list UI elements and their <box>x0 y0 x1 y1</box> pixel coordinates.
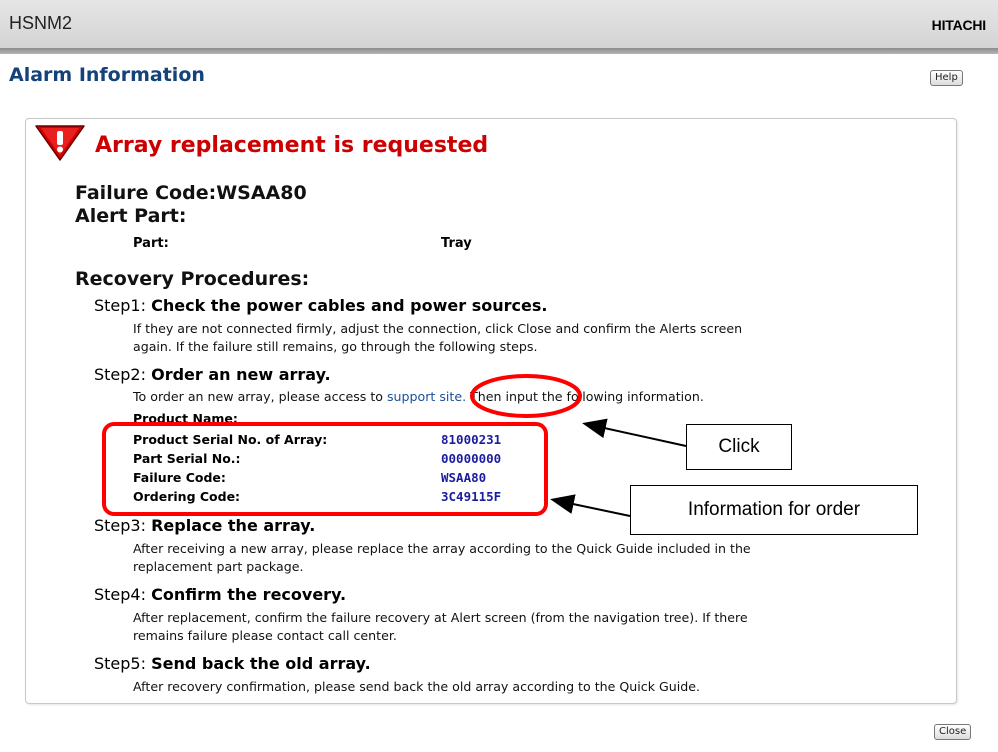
click-annotation: Click <box>686 424 792 470</box>
click-arrow <box>582 418 687 447</box>
support-site-highlight <box>470 374 582 418</box>
info-arrow <box>550 494 631 517</box>
order-info-highlight <box>102 422 548 516</box>
annotation-overlay <box>102 374 687 517</box>
info-annotation: Information for order <box>630 485 918 535</box>
close-button[interactable]: Close <box>934 724 972 740</box>
